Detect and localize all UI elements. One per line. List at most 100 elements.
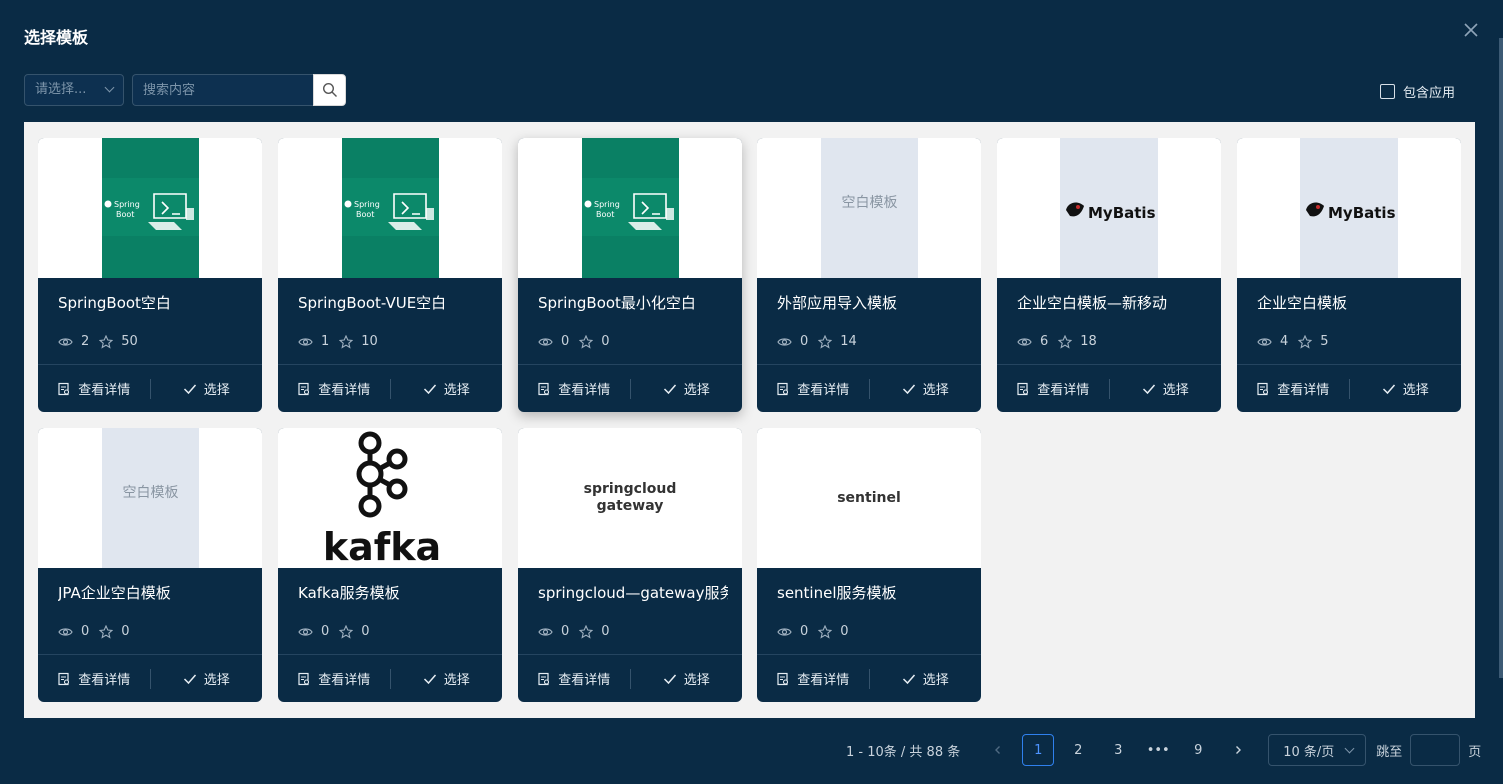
select-button[interactable]: 选择 <box>391 365 503 412</box>
view-details-label: 查看详情 <box>558 673 611 688</box>
eye-icon <box>298 626 313 638</box>
view-details-button[interactable]: 查看详情 <box>278 365 390 412</box>
scrollbar[interactable] <box>1499 38 1503 678</box>
view-details-button[interactable]: 查看详情 <box>757 365 869 412</box>
template-thumbnail[interactable]: 空白模板 <box>757 138 981 278</box>
template-thumbnail[interactable]: kafka <box>278 428 502 568</box>
select-label: 选择 <box>683 383 710 398</box>
star-count: 0 <box>840 624 849 639</box>
view-details-button[interactable]: 查看详情 <box>757 655 869 702</box>
eye-icon <box>777 626 792 638</box>
mybatis-thumbnail: MyBatis <box>1300 138 1398 278</box>
view-count: 0 <box>800 334 809 349</box>
page-button[interactable]: 2 <box>1062 734 1094 766</box>
template-card[interactable]: sentinel sentinel服务模板 0 0 查看详情 选择 <box>757 428 981 702</box>
template-card[interactable]: 空白模板 JPA企业空白模板 0 0 查看详情 选择 <box>38 428 262 702</box>
select-button[interactable]: 选择 <box>1110 365 1222 412</box>
template-thumbnail[interactable]: Spring Boot <box>518 138 742 278</box>
close-icon[interactable] <box>1461 20 1481 40</box>
template-card[interactable]: MyBatis 企业空白模板 4 5 查看详情 选择 <box>1237 138 1461 412</box>
svg-text:Spring: Spring <box>354 200 380 209</box>
view-details-button[interactable]: 查看详情 <box>38 365 150 412</box>
template-card[interactable]: 空白模板 外部应用导入模板 0 14 查看详情 选择 <box>757 138 981 412</box>
search-input[interactable] <box>132 74 314 106</box>
search-button[interactable] <box>313 74 346 106</box>
select-label: 选择 <box>443 673 470 688</box>
view-count: 0 <box>81 624 90 639</box>
card-actions: 查看详情 选择 <box>38 364 262 412</box>
template-thumbnail[interactable]: springcloud gateway <box>518 428 742 568</box>
eye-icon <box>58 626 73 638</box>
card-actions: 查看详情 选择 <box>757 654 981 702</box>
star-count: 0 <box>601 334 610 349</box>
view-details-button[interactable]: 查看详情 <box>997 365 1109 412</box>
page-size-select[interactable]: 10 条/页 <box>1268 734 1367 766</box>
select-button[interactable]: 选择 <box>391 655 503 702</box>
template-thumbnail[interactable]: Spring Boot <box>278 138 502 278</box>
jump-page-input[interactable] <box>1410 734 1461 766</box>
star-icon <box>818 334 833 349</box>
star-icon <box>339 624 354 639</box>
template-thumbnail[interactable]: MyBatis <box>1237 138 1461 278</box>
page-button[interactable]: 3 <box>1102 734 1134 766</box>
kafka-thumbnail: kafka <box>278 428 502 568</box>
view-details-button[interactable]: 查看详情 <box>1237 365 1349 412</box>
template-thumbnail[interactable]: MyBatis <box>997 138 1221 278</box>
view-details-label: 查看详情 <box>78 383 131 398</box>
view-count: 0 <box>561 334 570 349</box>
template-stats: 00 <box>538 334 620 349</box>
pagination: 1 - 10条 / 共 88 条 1 2 3 ••• 9 10 条/页 跳至 页 <box>846 734 1481 766</box>
check-icon <box>183 383 197 395</box>
check-icon <box>423 673 437 685</box>
select-button[interactable]: 选择 <box>870 365 982 412</box>
template-card[interactable]: MyBatis 企业空白模板—新移动 6 18 查看详情 选择 <box>997 138 1221 412</box>
star-icon <box>1298 334 1313 349</box>
template-card[interactable]: springcloudgateway springcloud—gateway服务模… <box>518 428 742 702</box>
details-icon <box>537 382 551 396</box>
select-button[interactable]: 选择 <box>151 655 263 702</box>
star-count: 0 <box>121 624 130 639</box>
view-details-button[interactable]: 查看详情 <box>518 365 630 412</box>
select-button[interactable]: 选择 <box>631 655 743 702</box>
card-actions: 查看详情 选择 <box>278 654 502 702</box>
view-details-button[interactable]: 查看详情 <box>278 655 390 702</box>
select-button[interactable]: 选择 <box>870 655 982 702</box>
view-count: 2 <box>81 334 90 349</box>
page-ellipsis[interactable]: ••• <box>1142 734 1174 766</box>
card-actions: 查看详情 选择 <box>278 364 502 412</box>
select-button[interactable]: 选择 <box>631 365 743 412</box>
template-card[interactable]: kafka Kafka服务模板 0 0 查看详情 选择 <box>278 428 502 702</box>
check-icon <box>183 673 197 685</box>
star-count: 0 <box>601 624 610 639</box>
template-card[interactable]: Spring Boot SpringBoot最小化空白 0 0 查看详情 选择 <box>518 138 742 412</box>
prev-page-icon[interactable] <box>982 734 1014 766</box>
eye-icon <box>58 336 73 348</box>
view-details-button[interactable]: 查看详情 <box>518 655 630 702</box>
details-icon <box>57 672 71 686</box>
eye-icon <box>538 336 553 348</box>
template-thumbnail[interactable]: 空白模板 <box>38 428 262 568</box>
include-app-checkbox[interactable] <box>1379 84 1395 99</box>
star-icon <box>579 334 594 349</box>
view-count: 1 <box>321 334 330 349</box>
template-title: JPA企业空白模板 <box>58 584 171 602</box>
check-icon <box>423 383 437 395</box>
select-button[interactable]: 选择 <box>151 365 263 412</box>
template-thumbnail[interactable]: sentinel <box>757 428 981 568</box>
select-button[interactable]: 选择 <box>1350 365 1462 412</box>
template-card[interactable]: Spring Boot SpringBoot-VUE空白 1 10 查看详情 选择 <box>278 138 502 412</box>
next-page-icon[interactable] <box>1222 734 1254 766</box>
page-button[interactable]: 9 <box>1182 734 1214 766</box>
page-button[interactable]: 1 <box>1022 734 1055 766</box>
modal-title: 选择模板 <box>24 28 89 47</box>
template-card[interactable]: Spring Boot SpringBoot空白 2 50 查看详情 选择 <box>38 138 262 412</box>
logo-text-thumbnail: sentinel <box>837 489 901 506</box>
jump-label: 跳至 <box>1376 744 1403 760</box>
category-select[interactable]: 请选择... <box>24 74 124 106</box>
include-app-toggle[interactable]: 包含应用 <box>1379 82 1455 101</box>
details-icon <box>537 672 551 686</box>
template-thumbnail[interactable]: Spring Boot <box>38 138 262 278</box>
blank-template-thumbnail: 空白模板 <box>102 428 199 568</box>
view-details-button[interactable]: 查看详情 <box>38 655 150 702</box>
check-icon <box>663 673 677 685</box>
